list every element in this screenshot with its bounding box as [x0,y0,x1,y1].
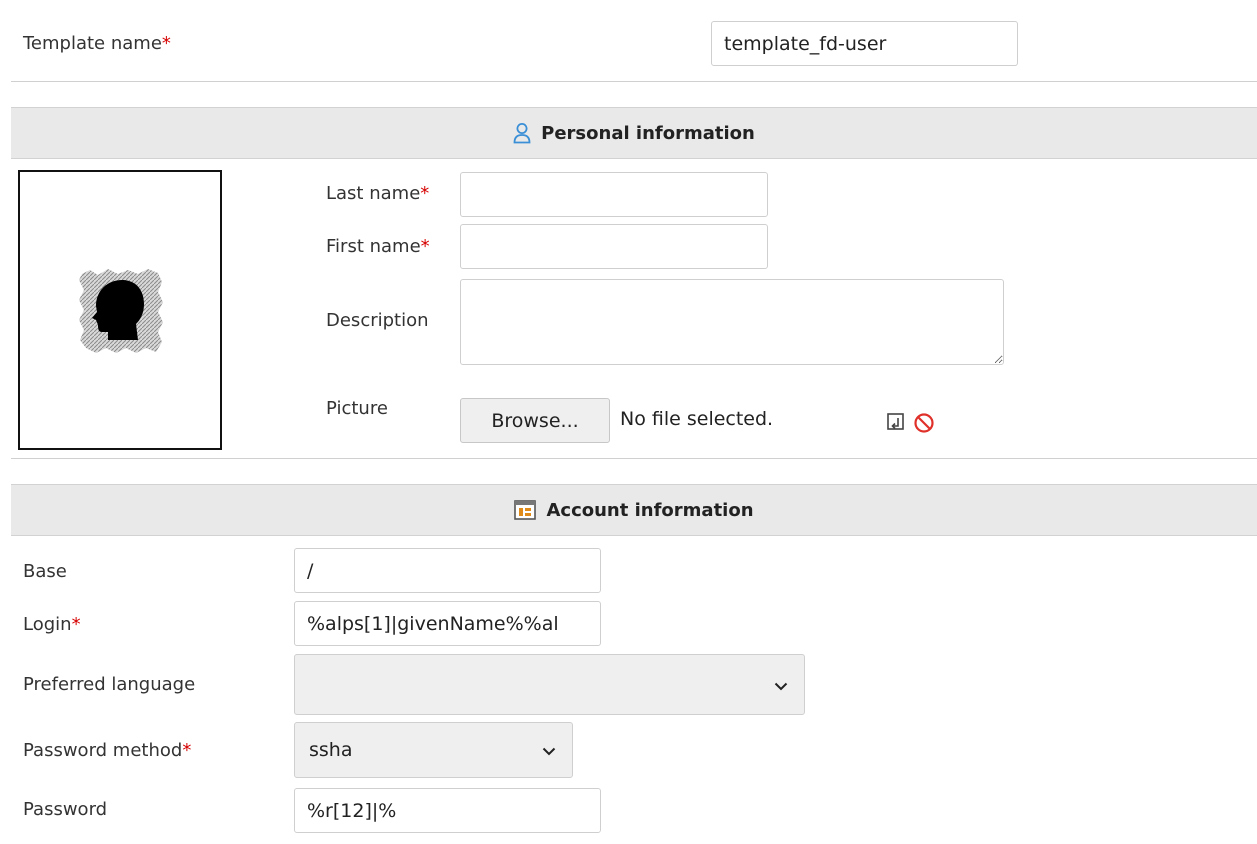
base-label: Base [23,561,67,582]
last-name-input[interactable] [460,172,768,217]
required-mark: * [420,236,430,257]
description-textarea[interactable] [460,279,1004,365]
remove-picture-icon[interactable] [913,412,935,438]
section-title: Personal information [541,122,755,144]
required-mark: * [71,614,81,635]
required-mark: * [420,183,430,204]
password-method-select[interactable]: ssha [294,722,573,778]
template-name-label: Template name* [23,33,171,54]
preferred-language-select[interactable] [294,654,805,715]
template-name-row [11,5,1257,82]
first-name-label: First name* [326,236,430,257]
person-icon [513,122,531,144]
template-name-input[interactable] [711,21,1018,66]
login-label: Login* [23,614,81,635]
section-title: Account information [546,499,754,521]
first-name-input[interactable] [460,224,768,269]
browse-button[interactable]: Browse... [460,398,610,443]
upload-picture-icon[interactable] [886,412,906,436]
password-method-label: Password method* [23,740,192,761]
preferred-language-label: Preferred language [23,674,196,695]
account-information-header: Account information [11,484,1257,536]
chevron-down-icon [542,739,556,761]
no-file-selected-text: No file selected. [620,408,774,430]
picture-label: Picture [326,398,388,419]
required-mark: * [161,33,171,54]
base-input[interactable] [294,548,601,593]
default-avatar-icon [79,269,163,353]
account-card-icon [514,500,537,520]
description-label: Description [326,310,429,331]
required-mark: * [182,740,192,761]
login-input[interactable] [294,601,601,646]
user-picture [18,170,222,450]
last-name-label: Last name* [326,183,430,204]
section-divider [11,458,1257,459]
selected-value: ssha [309,739,353,761]
password-label: Password [23,799,108,820]
password-input[interactable] [294,788,601,833]
chevron-down-icon [774,674,788,696]
personal-information-header: Personal information [11,107,1257,159]
